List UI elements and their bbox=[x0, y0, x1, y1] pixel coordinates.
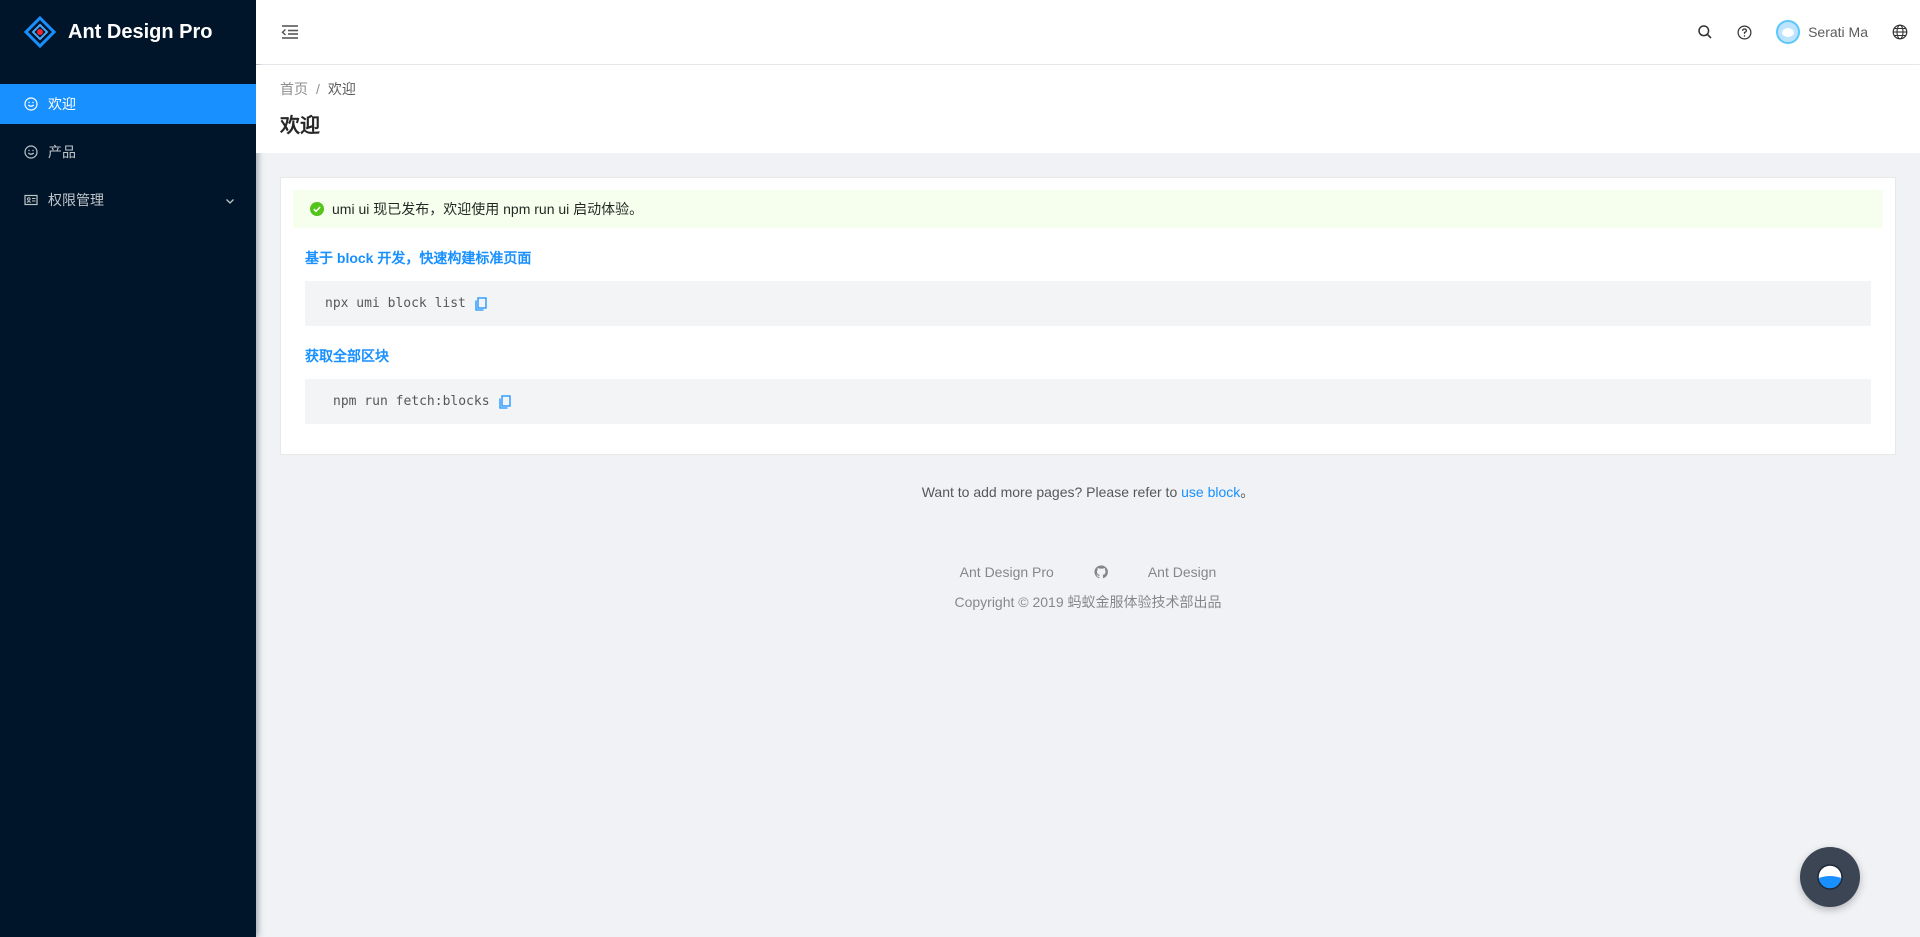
success-alert: umi ui 现已发布，欢迎使用 npm run ui 启动体验。 bbox=[293, 190, 1883, 228]
check-circle-icon bbox=[310, 202, 324, 216]
sidebar-item-label: 产品 bbox=[48, 142, 76, 162]
more-pages-text: Want to add more pages? Please refer to bbox=[922, 484, 1181, 500]
copy-icon[interactable] bbox=[474, 297, 488, 311]
section-title-fetch-blocks: 获取全部区块 bbox=[305, 346, 1883, 366]
idcard-icon bbox=[24, 193, 38, 207]
page-title: 欢迎 bbox=[280, 109, 1896, 138]
side-menu: 欢迎 产品 权限管理 bbox=[0, 84, 256, 220]
footer-link-ant-design-pro[interactable]: Ant Design Pro bbox=[960, 564, 1054, 580]
top-header: Serati Ma bbox=[256, 0, 1920, 64]
username: Serati Ma bbox=[1808, 24, 1868, 40]
more-pages-suffix: 。 bbox=[1240, 484, 1254, 500]
footer: Ant Design Pro Ant Design Copyright © 20… bbox=[256, 564, 1920, 612]
smile-icon bbox=[24, 145, 38, 159]
breadcrumb-separator: / bbox=[316, 81, 320, 97]
content-card: umi ui 现已发布，欢迎使用 npm run ui 启动体验。 基于 blo… bbox=[280, 177, 1896, 455]
search-icon[interactable] bbox=[1685, 0, 1725, 64]
umi-ui-icon bbox=[1816, 863, 1844, 891]
header-actions: Serati Ma bbox=[1685, 0, 1920, 64]
sidebar-item-product[interactable]: 产品 bbox=[0, 132, 256, 172]
umi-ui-float-button[interactable] bbox=[1800, 847, 1860, 907]
smile-icon bbox=[24, 97, 38, 111]
github-icon[interactable] bbox=[1094, 565, 1108, 579]
section-title-block-dev: 基于 block 开发，快速构建标准页面 bbox=[305, 248, 1883, 268]
use-block-link[interactable]: use block bbox=[1181, 484, 1240, 500]
breadcrumb-current: 欢迎 bbox=[328, 79, 356, 99]
menu-fold-icon[interactable] bbox=[280, 22, 300, 42]
breadcrumb: 首页 / 欢迎 bbox=[280, 79, 1896, 99]
globe-icon[interactable] bbox=[1880, 0, 1920, 64]
app-title: Ant Design Pro bbox=[68, 21, 212, 44]
copy-icon[interactable] bbox=[498, 395, 512, 409]
ant-design-logo-icon bbox=[24, 16, 56, 48]
sidebar-item-welcome[interactable]: 欢迎 bbox=[0, 84, 256, 124]
question-icon[interactable] bbox=[1725, 0, 1764, 64]
avatar bbox=[1776, 20, 1800, 44]
code-block: npm run fetch:blocks bbox=[305, 379, 1871, 424]
sidebar-item-label: 欢迎 bbox=[48, 94, 76, 114]
user-menu[interactable]: Serati Ma bbox=[1764, 0, 1880, 64]
breadcrumb-home[interactable]: 首页 bbox=[280, 79, 308, 99]
more-pages-hint: Want to add more pages? Please refer to … bbox=[256, 482, 1920, 502]
sidebar-item-label: 权限管理 bbox=[48, 190, 104, 210]
chevron-down-icon bbox=[224, 194, 236, 206]
sidebar-item-permissions[interactable]: 权限管理 bbox=[0, 180, 256, 220]
sidebar: Ant Design Pro 欢迎 产品 权限管理 bbox=[0, 0, 256, 937]
code-block: npx umi block list bbox=[305, 281, 1871, 326]
code-text: npm run fetch:blocks bbox=[333, 394, 490, 409]
logo[interactable]: Ant Design Pro bbox=[0, 0, 256, 64]
copyright: Copyright © 2019 蚂蚁金服体验技术部出品 bbox=[256, 592, 1920, 612]
footer-links: Ant Design Pro Ant Design bbox=[256, 564, 1920, 580]
alert-message: umi ui 现已发布，欢迎使用 npm run ui 启动体验。 bbox=[332, 199, 643, 219]
code-text: npx umi block list bbox=[325, 296, 466, 311]
page-header: 首页 / 欢迎 欢迎 bbox=[256, 65, 1920, 153]
footer-link-ant-design[interactable]: Ant Design bbox=[1148, 564, 1216, 580]
